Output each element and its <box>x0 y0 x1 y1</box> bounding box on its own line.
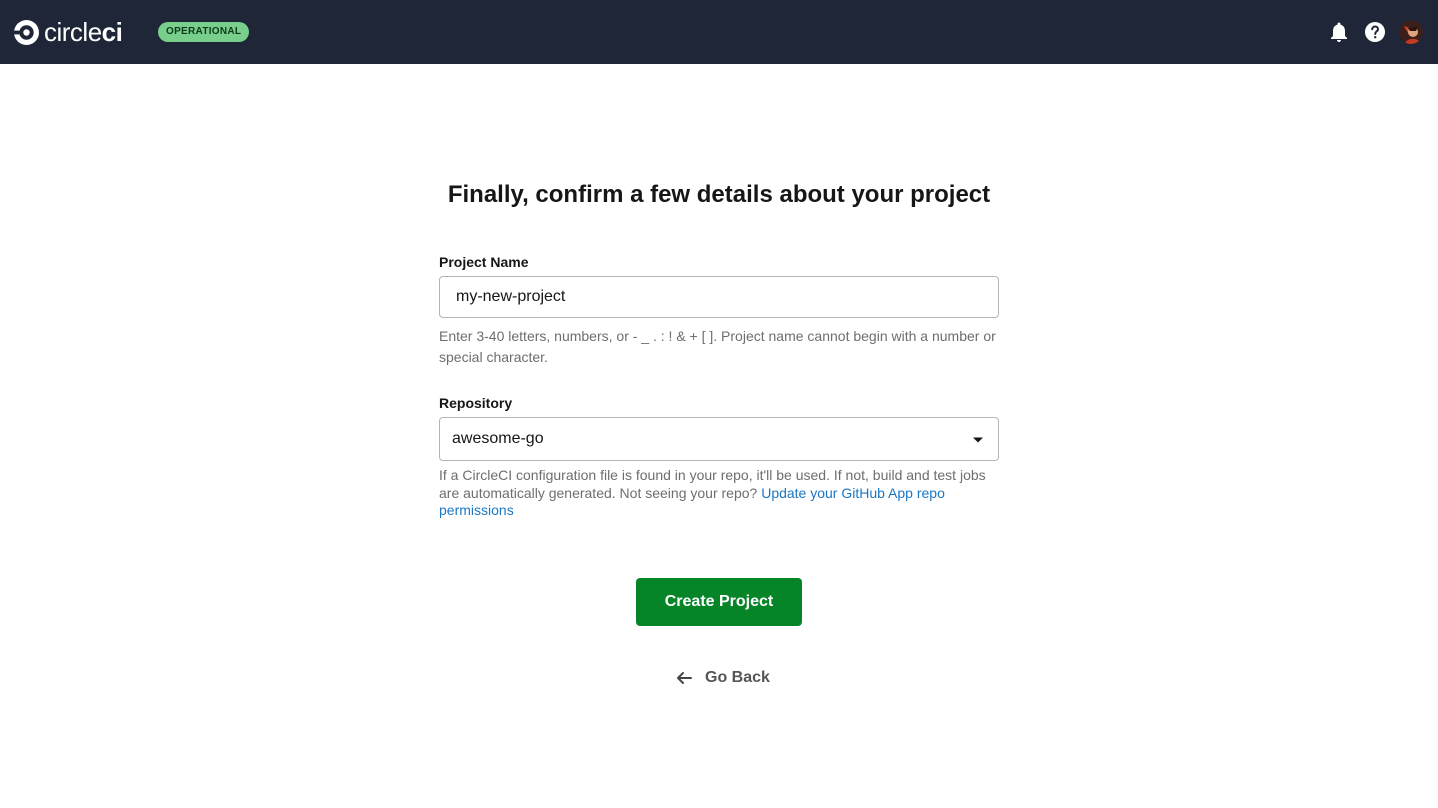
top-navigation-bar: circleci OPERATIONAL <box>0 0 1438 64</box>
create-project-button[interactable]: Create Project <box>636 578 802 626</box>
avatar-image-icon <box>1399 20 1423 44</box>
help-icon[interactable] <box>1363 20 1387 44</box>
logo-text-circle: circle <box>44 17 102 47</box>
bell-icon[interactable] <box>1327 20 1351 44</box>
project-name-helper-text: Enter 3-40 letters, numbers, or - _ . : … <box>439 328 996 365</box>
logo-text-ci: ci <box>101 17 123 47</box>
arrow-left-icon <box>677 672 692 684</box>
go-back-button[interactable]: Go Back <box>675 665 770 691</box>
repository-selected-value: awesome-go <box>452 430 544 447</box>
logo-wordmark: circleci <box>44 17 123 47</box>
circleci-logo[interactable]: circleci <box>14 17 123 47</box>
user-avatar[interactable] <box>1399 20 1423 44</box>
repository-select[interactable]: awesome-go <box>439 417 999 461</box>
repository-label: Repository <box>439 395 513 411</box>
repository-helper-text: If a CircleCI configuration file is foun… <box>439 467 999 520</box>
circleci-logo-icon <box>14 20 39 45</box>
go-back-label: Go Back <box>705 669 770 686</box>
project-name-input[interactable] <box>439 276 999 318</box>
project-name-label: Project Name <box>439 254 529 270</box>
page-title: Finally, confirm a few details about you… <box>447 181 991 208</box>
status-badge[interactable]: OPERATIONAL <box>158 22 250 42</box>
chevron-down-icon <box>973 437 983 443</box>
